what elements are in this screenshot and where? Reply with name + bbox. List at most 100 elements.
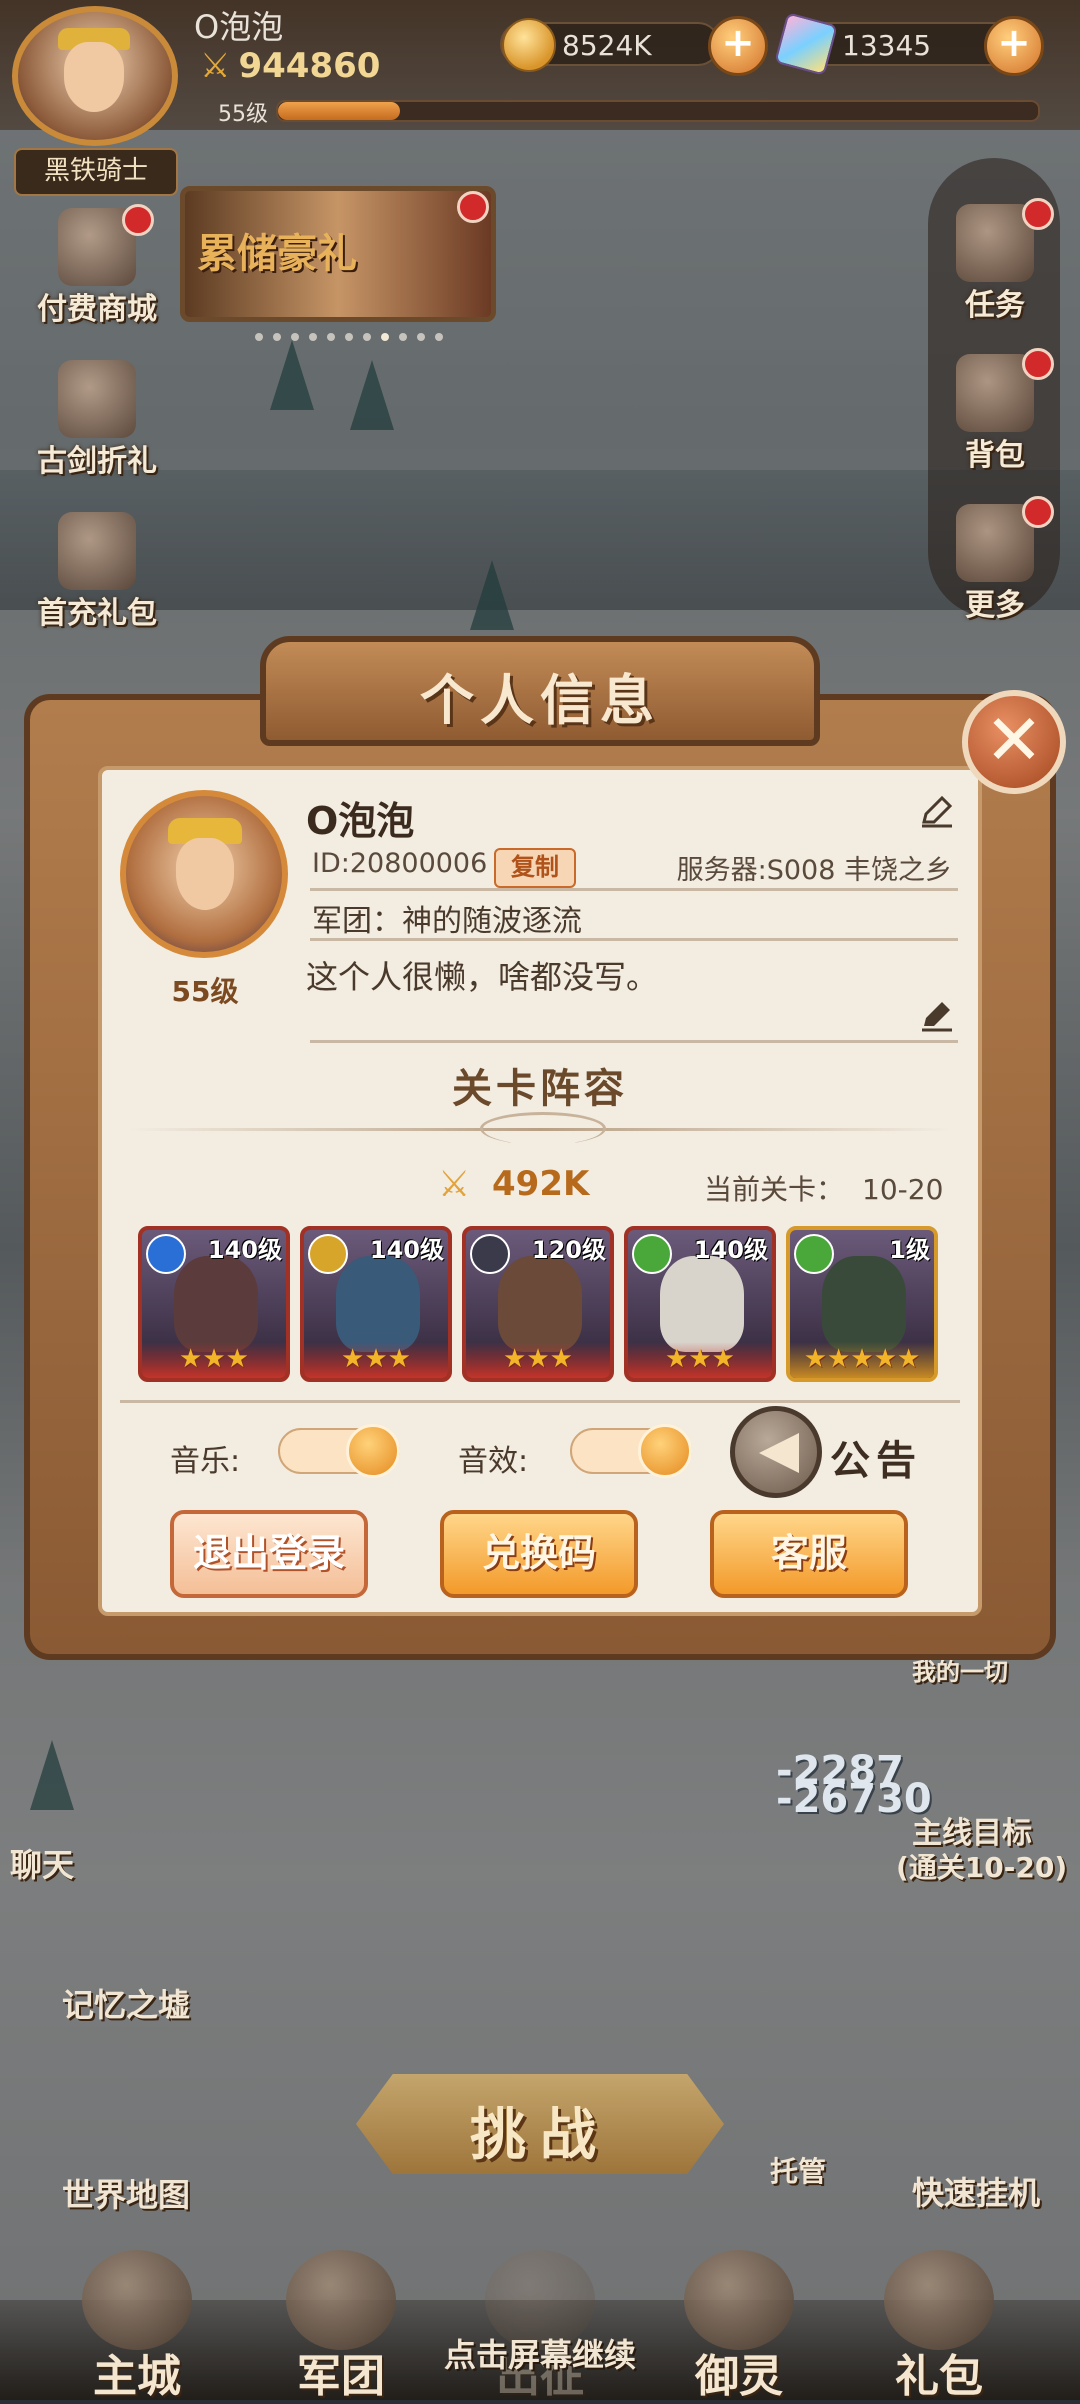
- ornament-divider: [480, 1112, 606, 1145]
- add-gem-button[interactable]: +: [984, 16, 1044, 76]
- exp-bar-fill: [278, 102, 400, 120]
- gold-value: 8524K: [562, 29, 652, 62]
- world-map-label[interactable]: 世界地图: [62, 2170, 190, 2216]
- redeem-code-button[interactable]: 兑换码: [440, 1510, 638, 1598]
- side-button-label: 古剑折礼: [37, 444, 157, 479]
- side-button-backpack[interactable]: 背包: [920, 346, 1070, 486]
- side-button-label: 付费商城: [37, 292, 157, 327]
- profile-guild: 军团：神的随波逐流: [312, 904, 582, 939]
- divider: [310, 1040, 958, 1043]
- profile-level: 55级: [171, 975, 239, 1008]
- announcement-label[interactable]: 公告: [830, 1428, 922, 1486]
- player-name: O泡泡: [194, 8, 284, 46]
- tab-gift-pack[interactable]: 礼包: [854, 2240, 1024, 2402]
- hero-card[interactable]: 140级 ★★★: [624, 1226, 776, 1382]
- team-power: 492K: [492, 1164, 590, 1204]
- hero-stars: ★★★: [503, 1344, 573, 1374]
- player-avatar[interactable]: [12, 6, 178, 146]
- crossed-swords-icon: ⚔: [438, 1164, 471, 1205]
- customer-service-button[interactable]: 客服: [710, 1510, 908, 1598]
- hero-stars: ★★★★★: [803, 1344, 921, 1374]
- copy-id-button[interactable]: 复制: [494, 848, 576, 888]
- add-gold-button[interactable]: +: [708, 16, 768, 76]
- hero-portrait-icon: [58, 512, 136, 590]
- pager-dot: [363, 333, 371, 341]
- tap-to-continue-hint[interactable]: 点击屏幕继续: [0, 2330, 1080, 2376]
- tab-spirits[interactable]: 御灵: [654, 2240, 824, 2402]
- music-toggle[interactable]: [278, 1424, 400, 1478]
- hero-portrait: [822, 1256, 906, 1352]
- player-level: 55级: [218, 102, 268, 127]
- toggle-knob: [638, 1424, 692, 1478]
- pager-dot: [345, 333, 353, 341]
- hero-portrait: [498, 1256, 582, 1352]
- modal-title: 个人信息: [420, 669, 660, 732]
- wind-element-icon: [632, 1234, 672, 1274]
- hero-card[interactable]: 1级 ★★★★★: [786, 1226, 938, 1382]
- pager-dot: [327, 333, 335, 341]
- memory-ruins-label[interactable]: 记忆之墟: [62, 1980, 190, 2026]
- avatar-face: [176, 838, 234, 910]
- side-button-sword-gift[interactable]: 古剑折礼: [22, 352, 172, 492]
- side-button-label: 更多: [965, 588, 1025, 623]
- notification-dot: [1022, 496, 1054, 528]
- pager-dot: [291, 333, 299, 341]
- tab-main-city[interactable]: 主城: [52, 2240, 222, 2402]
- player-power-value: 944860: [238, 46, 381, 86]
- profile-name: O泡泡: [306, 799, 415, 843]
- close-button[interactable]: ✕: [962, 690, 1066, 794]
- hero-card[interactable]: 140级 ★★★: [300, 1226, 452, 1382]
- notification-dot: [122, 204, 154, 236]
- challenge-label: 挑战: [470, 2103, 610, 2168]
- side-button-more[interactable]: 更多: [920, 496, 1070, 636]
- notification-dot: [1022, 348, 1054, 380]
- hero-stars: ★★★: [665, 1344, 735, 1374]
- power-sword-icon: ⚔: [200, 46, 231, 86]
- pager-dot: [309, 333, 317, 341]
- pager-dot: [399, 333, 407, 341]
- megaphone-icon: [759, 1433, 799, 1473]
- auto-battle-label[interactable]: 托管: [770, 2150, 826, 2190]
- profile-avatar[interactable]: [120, 790, 288, 958]
- profile-signature: 这个人很懒，啥都没写。: [306, 958, 659, 996]
- sfx-toggle[interactable]: [570, 1424, 692, 1478]
- water-element-icon: [146, 1234, 186, 1274]
- edit-signature-icon[interactable]: [918, 996, 956, 1034]
- side-button-label: 背包: [965, 438, 1025, 473]
- side-button-paid-shop[interactable]: 付费商城: [22, 200, 172, 340]
- side-button-tasks[interactable]: 任务: [920, 196, 1070, 336]
- pager-dot: [381, 333, 389, 341]
- side-button-label: 任务: [965, 288, 1025, 323]
- pager-dot: [273, 333, 281, 341]
- hero-level: 120级: [531, 1236, 606, 1264]
- tab-guild[interactable]: 军团: [256, 2240, 426, 2402]
- hero-stars: ★★★: [179, 1344, 249, 1374]
- background-tree: [470, 560, 514, 630]
- pager-dot: [435, 333, 443, 341]
- event-banner[interactable]: 累储豪礼: [180, 186, 496, 322]
- quick-idle-label[interactable]: 快速挂机: [912, 2168, 1040, 2214]
- profile-server: 服务器:S008 丰饶之乡: [676, 855, 952, 886]
- announcement-button[interactable]: [730, 1406, 822, 1498]
- hero-card[interactable]: 120级 ★★★: [462, 1226, 614, 1382]
- chat-label[interactable]: 聊天: [10, 1840, 74, 1886]
- player-power: ⚔ 944860: [200, 46, 380, 86]
- tab-expedition[interactable]: 出征: [455, 2240, 625, 2402]
- wind-element-icon: [794, 1234, 834, 1274]
- edit-name-icon[interactable]: [918, 792, 956, 830]
- side-button-label: 首充礼包: [37, 596, 157, 631]
- toggle-knob: [346, 1424, 400, 1478]
- background-tree: [270, 340, 314, 410]
- hero-portrait: [336, 1256, 420, 1352]
- divider: [120, 1400, 960, 1403]
- hero-portrait-icon: [58, 360, 136, 438]
- side-button-first-recharge[interactable]: 首充礼包: [22, 504, 172, 644]
- logout-button[interactable]: 退出登录: [170, 1510, 368, 1598]
- hero-card[interactable]: 140级 ★★★: [138, 1226, 290, 1382]
- hero-level: 140级: [207, 1236, 282, 1264]
- exp-bar: [276, 100, 1040, 122]
- lineup-title: 关卡阵容: [452, 1066, 628, 1112]
- hero-level: 140级: [369, 1236, 444, 1264]
- background-tree: [30, 1740, 74, 1810]
- hero-portrait: [174, 1256, 258, 1352]
